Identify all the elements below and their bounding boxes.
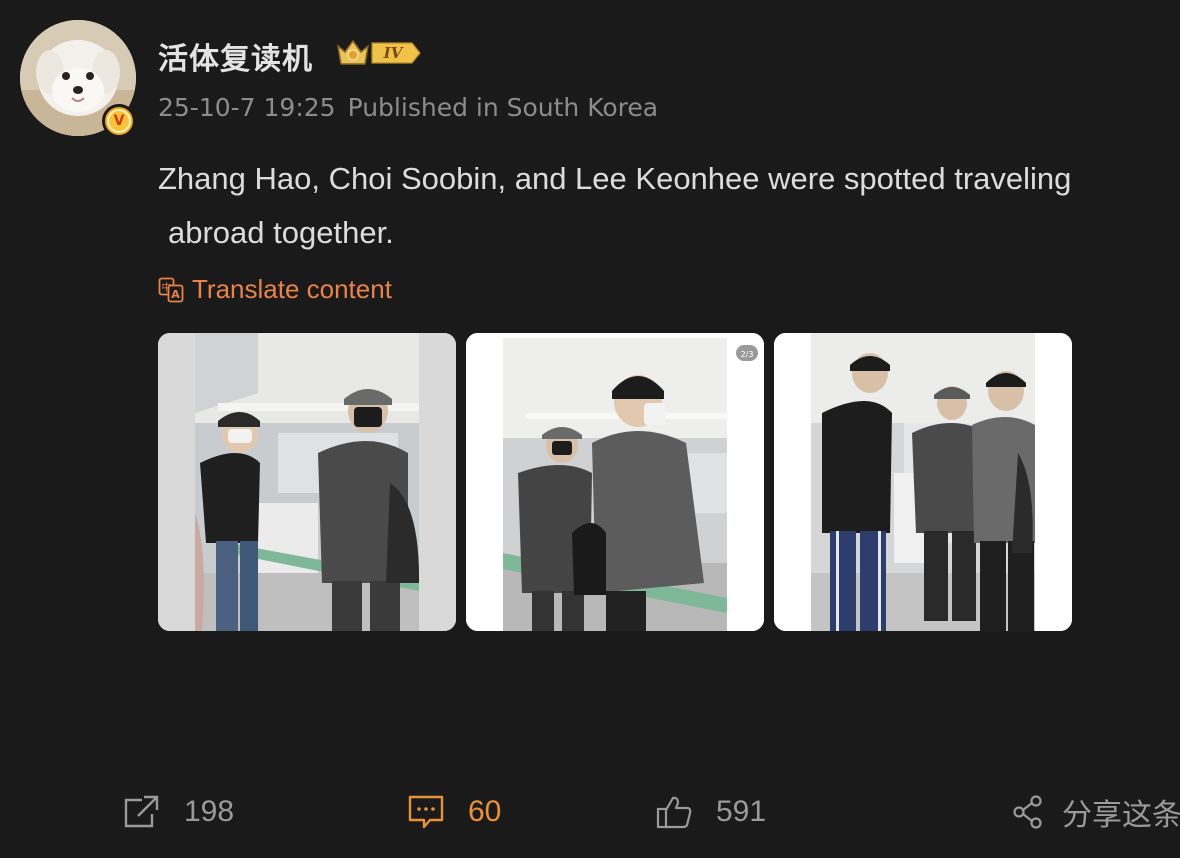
post-text: Zhang Hao, Choi Soobin, and Lee Keonhee …: [158, 152, 1158, 260]
verified-badge-icon: V: [102, 104, 136, 138]
like-button[interactable]: 591: [656, 790, 766, 834]
username[interactable]: 活体复读机: [158, 34, 313, 78]
repost-icon: [124, 795, 159, 828]
action-bar: 198 60 591 分享这条: [0, 790, 1180, 834]
share-label: 分享这条: [1062, 799, 1180, 832]
post-text-line-2: abroad together.: [168, 215, 394, 250]
post-photo-1[interactable]: [158, 333, 456, 631]
verified-mark: V: [107, 109, 131, 133]
post-meta: 25-10-7 19:25 Published in South Korea: [158, 93, 658, 122]
photo-counter: 2/3: [741, 350, 754, 359]
avatar[interactable]: V: [20, 20, 136, 138]
location: Published in South Korea: [347, 93, 659, 122]
level-badge-icon[interactable]: IV: [336, 36, 422, 70]
timestamp[interactable]: 25-10-7 19:25: [158, 93, 336, 122]
svg-text:A: A: [171, 288, 180, 301]
repost-button[interactable]: 198: [122, 790, 234, 834]
like-count: 591: [716, 795, 767, 828]
repost-count: 198: [184, 795, 235, 828]
comment-count: 60: [468, 795, 502, 828]
comment-button[interactable]: 60: [408, 790, 501, 834]
share-button[interactable]: 分享这条: [1012, 790, 1180, 834]
thumbs-up-icon: [656, 796, 692, 829]
weibo-post: V 活体复读机 IV 25-10-7 19:25 Published in Sou…: [0, 0, 1180, 858]
comment-icon: [408, 795, 444, 829]
share-icon: [1013, 795, 1042, 829]
translate-icon: 中 A: [158, 277, 184, 302]
translate-label: Translate content: [192, 274, 392, 304]
post-photo-3[interactable]: [774, 333, 1072, 631]
post-text-line-1: Zhang Hao, Choi Soobin, and Lee Keonhee …: [158, 161, 1072, 196]
translate-button[interactable]: 中 A Translate content: [158, 274, 392, 305]
level-badge-text: IV: [383, 44, 404, 62]
post-photo-2[interactable]: 2/3: [466, 333, 764, 631]
